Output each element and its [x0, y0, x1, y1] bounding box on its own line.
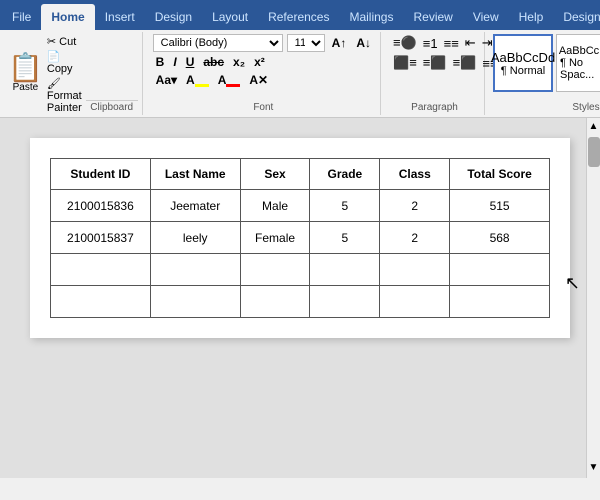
tab-mailings[interactable]: Mailings [339, 4, 403, 30]
scroll-area: Student ID Last Name Sex Grade Class Tot… [0, 118, 600, 478]
table-cell[interactable] [450, 286, 550, 318]
table-cell[interactable]: leely [150, 222, 240, 254]
col-header-last-name: Last Name [150, 159, 240, 190]
table-cell[interactable]: 5 [310, 190, 380, 222]
format-painter-button[interactable]: 🖌 Format Painter [45, 76, 84, 115]
ribbon-tab-bar: File Home Insert Design Layout Reference… [0, 0, 600, 30]
change-case-button[interactable]: Aa▾ [153, 72, 180, 88]
data-table: Student ID Last Name Sex Grade Class Tot… [50, 158, 550, 318]
col-header-grade: Grade [310, 159, 380, 190]
underline-button[interactable]: U [183, 54, 198, 70]
tab-file[interactable]: File [2, 4, 41, 30]
table-cell[interactable] [380, 286, 450, 318]
tab-references[interactable]: References [258, 4, 339, 30]
copy-button[interactable]: 📄 Copy [45, 49, 84, 76]
styles-group-label: Styles [493, 102, 600, 113]
table-cell[interactable]: 2100015836 [51, 190, 151, 222]
ribbon: 📋 Paste ✂ Cut 📄 Copy 🖌 Format Painter Cl… [0, 30, 600, 118]
table-cell[interactable]: 515 [450, 190, 550, 222]
col-header-class: Class [380, 159, 450, 190]
bold-button[interactable]: B [153, 54, 168, 70]
subscript-button[interactable]: x₂ [230, 54, 248, 70]
style-normal-preview: AaBbCcDd [491, 50, 555, 65]
clipboard-sub: ✂ Cut 📄 Copy 🖌 Format Painter [43, 34, 86, 113]
tab-review[interactable]: Review [403, 4, 462, 30]
decrease-indent-button[interactable]: ⇤ [463, 34, 478, 52]
align-right-button[interactable]: ≡⬛ [451, 54, 479, 72]
col-header-total-score: Total Score [450, 159, 550, 190]
strikethrough-button[interactable]: abc [200, 54, 227, 70]
multilevel-list-button[interactable]: ≡≡ [442, 35, 461, 52]
font-group-label: Font [153, 102, 374, 113]
scroll-up-arrow[interactable]: ▲ [589, 118, 599, 135]
text-highlight-button[interactable]: A [183, 72, 212, 88]
scroll-thumb[interactable] [588, 137, 600, 167]
paste-label: Paste [13, 82, 39, 93]
style-nospace-preview: AaBbCcDd [559, 45, 600, 57]
center-button[interactable]: ≡⬛ [421, 54, 449, 72]
style-normal[interactable]: AaBbCcDd ¶ Normal [493, 34, 553, 92]
align-left-button[interactable]: ⬛≡ [391, 54, 419, 72]
table-row: 2100015837leelyFemale52568 [51, 222, 550, 254]
table-cell[interactable] [450, 254, 550, 286]
paragraph-group: ≡⚫ ≡1 ≡≡ ⇤ ⇥ ↕A ¶ ⬛≡ ≡⬛ ≡⬛ ≡≡ ↕ 🟦 ⊞ Para… [385, 32, 485, 115]
paste-button[interactable]: 📋 Paste [8, 34, 43, 113]
table-cell[interactable]: 2 [380, 222, 450, 254]
style-normal-label: ¶ Normal [501, 65, 545, 77]
font-group: Calibri (Body) 11 A↑ A↓ B I U abc x₂ x² … [147, 32, 381, 115]
table-cell[interactable]: 2100015837 [51, 222, 151, 254]
tab-home[interactable]: Home [41, 4, 94, 30]
table-cell[interactable] [310, 286, 380, 318]
tab-design2[interactable]: Design [553, 4, 600, 30]
decrease-font-size-button[interactable]: A↓ [353, 35, 374, 51]
style-no-spacing[interactable]: AaBbCcDd ¶ No Spac... [556, 34, 600, 92]
table-cell[interactable] [150, 286, 240, 318]
paragraph-group-label: Paragraph [391, 102, 478, 113]
italic-button[interactable]: I [170, 54, 179, 70]
styles-group: AaBbCcDd ¶ Normal AaBbCcDd ¶ No Spac... … [489, 32, 600, 115]
font-size-select[interactable]: 11 [287, 34, 325, 52]
table-cell[interactable] [310, 254, 380, 286]
bullets-button[interactable]: ≡⚫ [391, 34, 419, 52]
vertical-scrollbar[interactable]: ▲ ▼ [586, 118, 600, 478]
clipboard-label: Clipboard [86, 100, 138, 113]
cut-button[interactable]: ✂ Cut [45, 34, 84, 49]
table-cell[interactable] [51, 254, 151, 286]
table-cell[interactable]: Female [240, 222, 310, 254]
font-family-select[interactable]: Calibri (Body) [153, 34, 283, 52]
table-cell[interactable] [51, 286, 151, 318]
tab-layout[interactable]: Layout [202, 4, 258, 30]
table-row [51, 254, 550, 286]
clear-formatting-button[interactable]: A✕ [246, 72, 271, 88]
tab-view[interactable]: View [463, 4, 509, 30]
document-page: Student ID Last Name Sex Grade Class Tot… [30, 138, 570, 338]
table-cell[interactable]: Jeemater [150, 190, 240, 222]
table-header-row: Student ID Last Name Sex Grade Class Tot… [51, 159, 550, 190]
table-cell[interactable] [150, 254, 240, 286]
scroll-down-arrow[interactable]: ▼ [589, 459, 599, 476]
font-color-button[interactable]: A [215, 72, 244, 88]
table-cell[interactable] [240, 254, 310, 286]
tab-help[interactable]: Help [509, 4, 554, 30]
tab-design[interactable]: Design [145, 4, 202, 30]
col-header-sex: Sex [240, 159, 310, 190]
numbering-button[interactable]: ≡1 [421, 35, 440, 52]
table-cell[interactable]: 568 [450, 222, 550, 254]
style-nospace-label: ¶ No Spac... [560, 57, 600, 81]
table-cell[interactable]: 2 [380, 190, 450, 222]
table-cell[interactable] [240, 286, 310, 318]
table-row: 2100015836JeematerMale52515 [51, 190, 550, 222]
clipboard-group: 📋 Paste ✂ Cut 📄 Copy 🖌 Format Painter Cl… [4, 32, 143, 115]
increase-font-size-button[interactable]: A↑ [329, 35, 350, 51]
table-row [51, 286, 550, 318]
superscript-button[interactable]: x² [251, 54, 268, 70]
table-cell[interactable] [380, 254, 450, 286]
tab-insert[interactable]: Insert [95, 4, 145, 30]
table-cell[interactable]: 5 [310, 222, 380, 254]
col-header-student-id: Student ID [51, 159, 151, 190]
table-cell[interactable]: Male [240, 190, 310, 222]
paste-icon: 📋 [8, 54, 43, 82]
